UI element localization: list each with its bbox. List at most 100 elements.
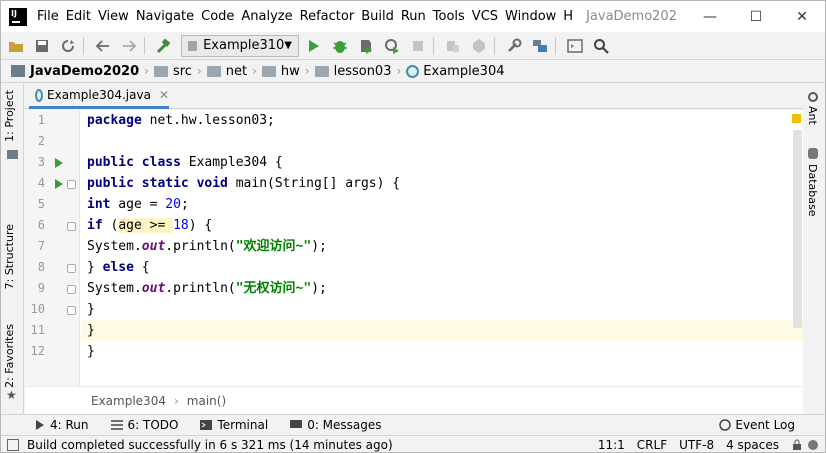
database-tool-tab[interactable]: Database — [806, 164, 819, 217]
code-text: net.hw.lesson03; — [141, 113, 275, 128]
event-log-button[interactable]: Event Log — [719, 418, 795, 432]
status-message[interactable]: Build completed successfully in 6 s 321 … — [27, 438, 598, 452]
menu-window[interactable]: Window — [505, 9, 563, 24]
indent-setting[interactable]: 4 spaces — [726, 438, 779, 452]
menu-vcs[interactable]: VCS — [472, 9, 505, 24]
highlighted-expression: age >= — [118, 218, 174, 233]
menu-view[interactable]: View — [98, 9, 136, 24]
terminal-tool-button[interactable]: Terminal — [200, 418, 268, 432]
todo-icon — [110, 420, 123, 430]
file-encoding[interactable]: UTF-8 — [679, 438, 714, 452]
search-icon[interactable] — [590, 35, 612, 57]
nav-hw[interactable]: hw — [261, 64, 300, 79]
settings-icon[interactable] — [503, 35, 525, 57]
line-number: 12 — [30, 344, 45, 358]
project-tool-tab[interactable]: 1: Project — [3, 90, 16, 142]
save-all-icon[interactable] — [31, 35, 53, 57]
right-tool-strip: Ant Database — [802, 84, 824, 414]
nav-lesson03[interactable]: lesson03 — [314, 64, 391, 79]
run-gutter-icon[interactable] — [55, 179, 63, 189]
menu-file[interactable]: File — [37, 9, 66, 24]
nav-net[interactable]: net — [206, 64, 247, 79]
editor-scrollbar[interactable] — [793, 130, 802, 328]
run-configuration-select[interactable]: Example310 ▼ — [181, 34, 299, 57]
inspector-icon[interactable] — [807, 439, 819, 451]
nav-class-label: Example304 — [423, 63, 505, 79]
tool-windows-toggle-icon[interactable] — [7, 438, 19, 451]
code-line-1: package net.hw.lesson03; — [87, 110, 275, 131]
line-number: 11 — [30, 323, 45, 337]
window-title: JavaDemo202 — [586, 9, 677, 24]
sync-icon[interactable] — [57, 35, 79, 57]
tab-label: Example304.java — [47, 88, 151, 102]
window-controls: — ☐ ✕ — [687, 1, 825, 32]
breadcrumb-class[interactable]: Example304 — [91, 394, 166, 408]
menu-help[interactable]: H — [563, 9, 580, 24]
line-separator[interactable]: CRLF — [637, 438, 667, 452]
tab-example304-java[interactable]: Example304.java ✕ — [29, 84, 169, 109]
toolbar-divider — [83, 36, 84, 55]
fold-icon[interactable] — [67, 285, 76, 294]
breadcrumb-method[interactable]: main() — [187, 394, 226, 408]
lock-icon[interactable] — [791, 439, 803, 451]
project-structure-icon[interactable] — [529, 35, 551, 57]
open-folder-icon[interactable] — [5, 35, 27, 57]
maximize-button[interactable]: ☐ — [733, 1, 779, 32]
stop-icon[interactable] — [407, 35, 429, 57]
run-icon[interactable] — [303, 35, 325, 57]
menu-code[interactable]: Code — [201, 9, 241, 24]
build-icon[interactable] — [153, 35, 175, 57]
coverage-icon[interactable] — [355, 35, 377, 57]
menu-edit[interactable]: Edit — [66, 9, 98, 24]
run-tool-button[interactable]: 4: Run — [35, 418, 89, 432]
line-number: 10 — [30, 302, 45, 316]
back-icon[interactable] — [92, 35, 114, 57]
terminal-icon[interactable] — [564, 35, 586, 57]
favorites-tool-tab[interactable]: 2: Favorites — [3, 324, 16, 388]
number-literal: 18 — [173, 218, 189, 233]
code-text: age = — [110, 197, 166, 212]
fold-icon[interactable] — [67, 180, 76, 189]
menu-refactor[interactable]: Refactor — [300, 9, 362, 24]
nav-class[interactable]: Example304 — [406, 63, 505, 79]
menu-run[interactable]: Run — [401, 9, 433, 24]
messages-tool-button[interactable]: 0: Messages — [290, 418, 382, 432]
close-button[interactable]: ✕ — [779, 1, 825, 32]
string-literal: "无权访问~" — [235, 281, 312, 296]
chevron-right-icon: › — [252, 64, 257, 78]
nav-src[interactable]: src — [153, 64, 192, 79]
todo-tool-button[interactable]: 6: TODO — [110, 418, 178, 432]
ide-window: File Edit View Navigate Code Analyze Ref… — [0, 0, 826, 453]
fold-icon[interactable] — [67, 264, 76, 273]
debug-icon[interactable] — [329, 35, 351, 57]
menu-navigate[interactable]: Navigate — [136, 9, 201, 24]
ant-tool-tab[interactable]: Ant — [806, 106, 819, 125]
database-icon — [808, 148, 818, 159]
caret-position[interactable]: 11:1 — [598, 438, 625, 452]
nav-project[interactable]: JavaDemo2020 — [11, 64, 139, 79]
run-gutter-icon[interactable] — [55, 158, 63, 168]
keyword: if — [87, 218, 103, 233]
menu-analyze[interactable]: Analyze — [241, 9, 299, 24]
inspection-warning-icon[interactable] — [792, 114, 801, 123]
code-editor[interactable]: 1 2 3 4 5 6 7 8 9 10 11 12 package net.h… — [25, 110, 803, 386]
chevron-right-icon: › — [396, 64, 402, 78]
menu-tools[interactable]: Tools — [433, 9, 472, 24]
chevron-down-icon: ▼ — [284, 40, 292, 51]
update-icon[interactable] — [442, 35, 464, 57]
menu-build[interactable]: Build — [361, 9, 401, 24]
profile-icon[interactable] — [381, 35, 403, 57]
close-tab-icon[interactable]: ✕ — [159, 88, 169, 102]
forward-icon[interactable] — [118, 35, 140, 57]
deploy-icon[interactable] — [468, 35, 490, 57]
left-tool-strip: 1: Project 7: Structure 2: Favorites ★ — [1, 84, 24, 414]
toolbar-divider — [144, 36, 145, 55]
folder-icon — [206, 65, 221, 77]
fold-icon[interactable] — [67, 222, 76, 231]
fold-icon[interactable] — [67, 306, 76, 315]
code-text: ); — [311, 281, 327, 296]
minimize-button[interactable]: — — [687, 1, 733, 32]
number-literal: 20 — [165, 197, 181, 212]
structure-tool-tab[interactable]: 7: Structure — [3, 224, 16, 289]
code-line-7: System.out.println("欢迎访问~"); — [87, 236, 327, 257]
